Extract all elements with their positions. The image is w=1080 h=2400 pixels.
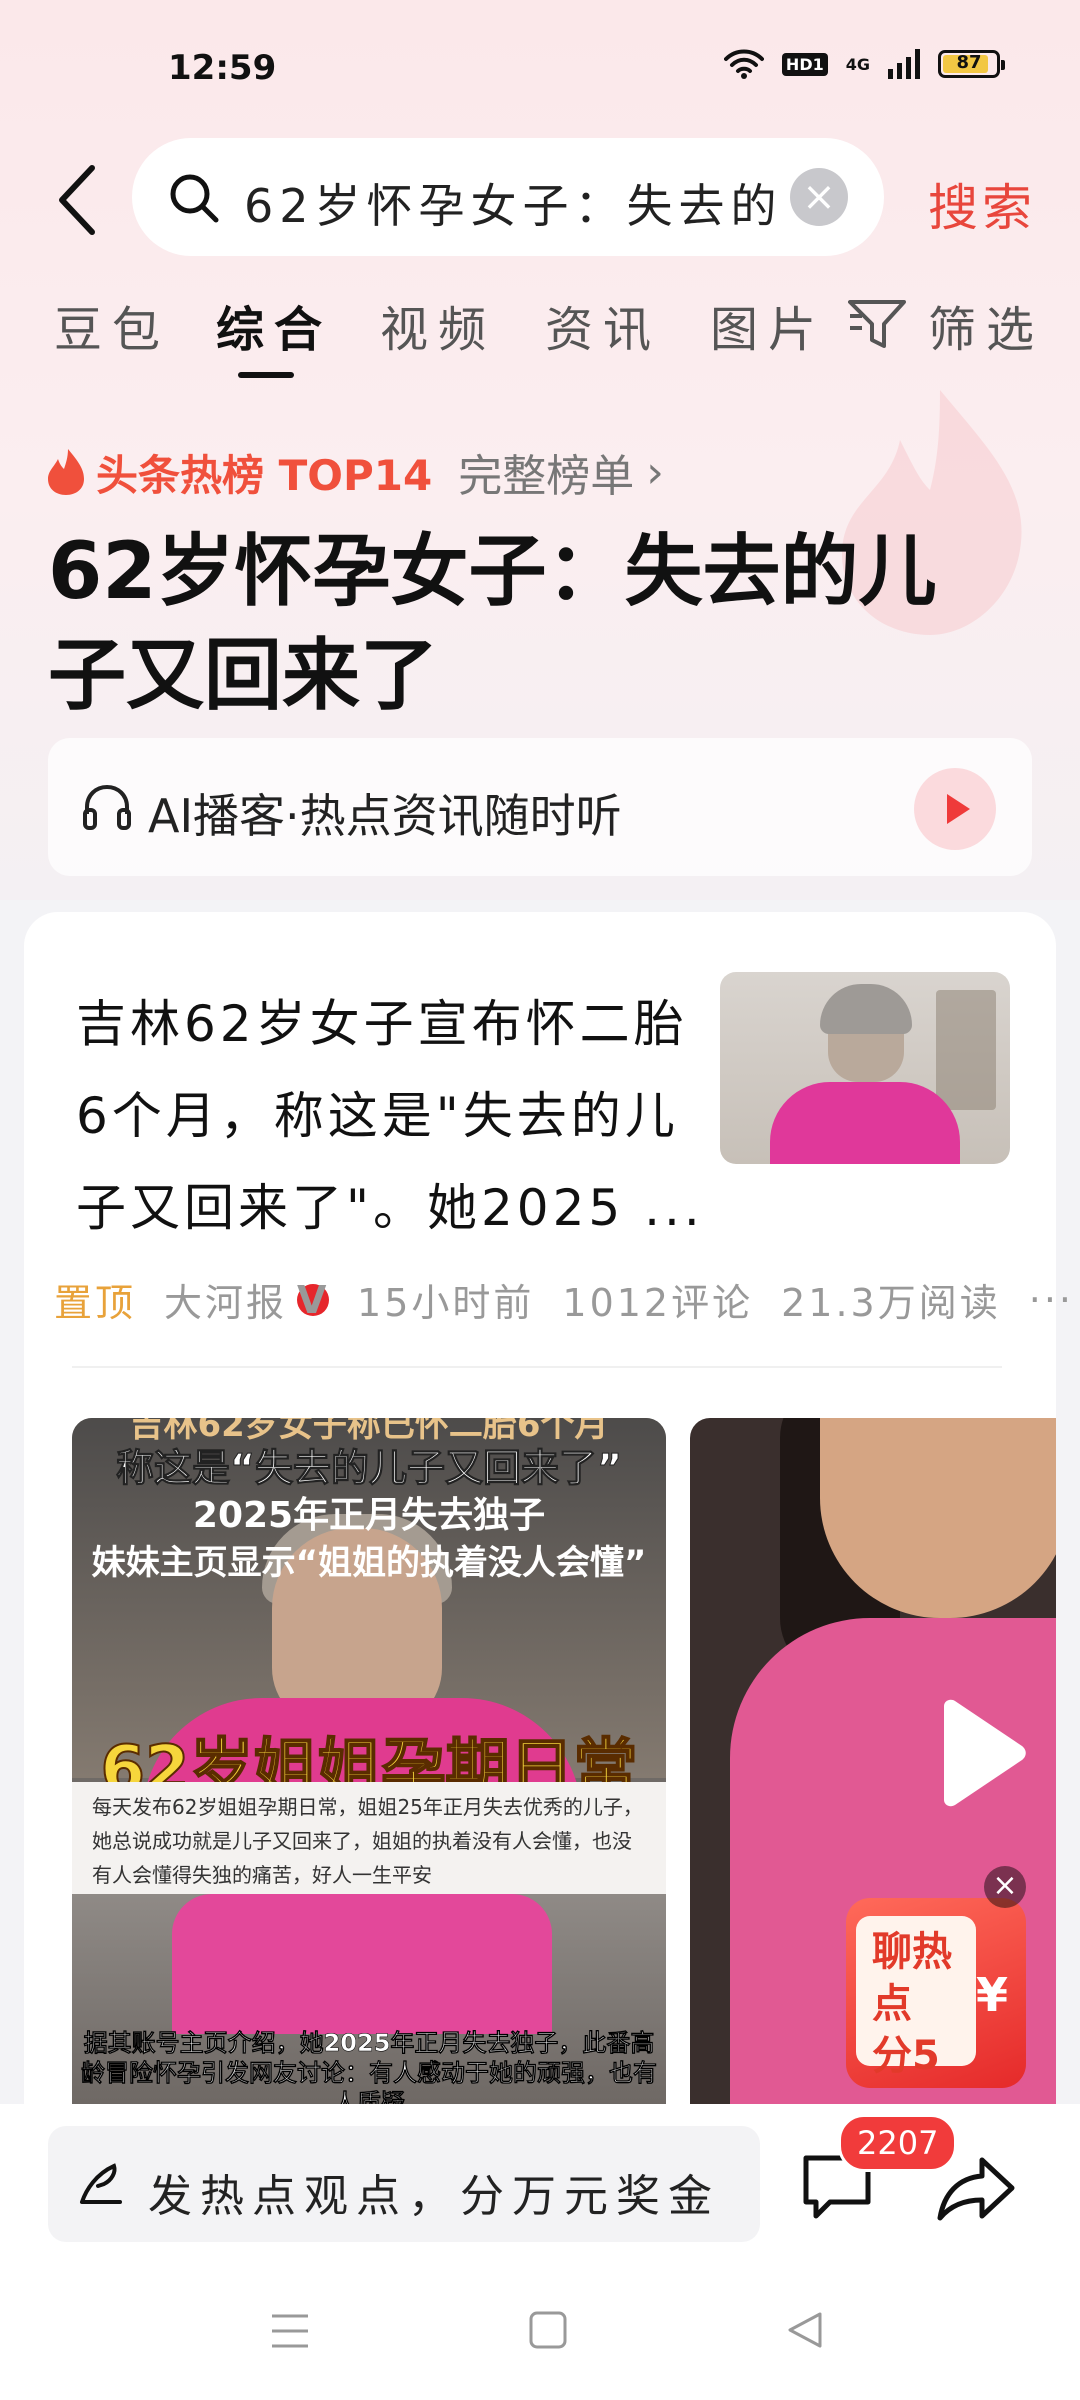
search-button[interactable]: 搜索 xyxy=(928,168,1036,240)
video-banner: 吉林62岁女子称已怀二胎6个月 称这是“失去的儿子又回来了” 2025年正月失去… xyxy=(91,1418,647,1583)
tab-doubao[interactable]: 豆包 xyxy=(54,290,170,360)
article-meta: 置顶 大河报 V 15小时前 1012评论 21.3万阅读 ··· xyxy=(54,1272,1080,1327)
signal-icon xyxy=(888,49,920,79)
bottom-action-bar: 发热点观点，分万元奖金 2. 2207 xyxy=(0,2104,1080,2254)
promo-line-1: 聊热点 xyxy=(872,1929,952,2027)
home-icon[interactable] xyxy=(528,2310,568,2350)
network-type: 4G xyxy=(845,54,870,74)
pen-icon xyxy=(80,2163,122,2204)
pinned-label: 置顶 xyxy=(54,1281,137,1325)
wifi-icon xyxy=(723,49,764,79)
article-title[interactable]: 吉林62岁女子宣布怀二胎6个月，称这是"失去的儿子又回来了"。她2025 ... xyxy=(76,978,716,1254)
menu-icon[interactable] xyxy=(270,2312,310,2350)
status-time: 12:59 xyxy=(168,48,277,88)
close-icon[interactable]: × xyxy=(984,1866,1026,1908)
search-tabs: 豆包 综合 视频 资讯 图片 筛选 xyxy=(0,290,1080,370)
clear-icon[interactable]: × xyxy=(790,168,848,226)
flame-icon xyxy=(48,449,84,495)
chevron-right-icon: › xyxy=(646,446,664,498)
verified-icon: V xyxy=(297,1277,330,1322)
comment-input[interactable]: 发热点观点，分万元奖金 2. xyxy=(48,2126,760,2242)
tab-images[interactable]: 图片 xyxy=(710,290,826,360)
search-icon xyxy=(170,174,219,223)
article-reads: 21.3万阅读 xyxy=(781,1281,1001,1325)
hot-list-header[interactable]: 头条热榜 TOP14 完整榜单 › xyxy=(46,440,664,504)
full-list-link[interactable]: 完整榜单 xyxy=(458,440,634,504)
active-tab-indicator xyxy=(238,372,294,378)
play-icon xyxy=(947,794,970,824)
article-thumbnail[interactable] xyxy=(720,972,1010,1164)
video-card-1[interactable]: 吉林62岁女子称已怀二胎6个月 称这是“失去的儿子又回来了” 2025年正月失去… xyxy=(72,1418,666,2108)
video-caption: 每天发布62岁姐姐孕期日常，姐姐25年正月失去优秀的儿子，她总说成功就是儿子又回… xyxy=(72,1782,666,1894)
search-input[interactable]: 62岁怀孕女子：失去的 × xyxy=(132,138,884,256)
search-query[interactable]: 62岁怀孕女子：失去的 xyxy=(244,170,784,236)
tab-video[interactable]: 视频 xyxy=(380,290,496,360)
tab-filter[interactable]: 筛选 xyxy=(928,290,1044,360)
status-bar: 12:59 HD1 4G 87 xyxy=(0,0,1080,140)
system-nav-bar xyxy=(0,2254,1080,2400)
comment-placeholder: 发热点观点，分万元奖金 2. xyxy=(148,2171,738,2222)
hd-badge: HD1 xyxy=(781,52,828,76)
tab-comprehensive[interactable]: 综合 xyxy=(216,290,332,360)
ai-podcast-bar[interactable]: AI播客·热点资讯随时听 xyxy=(48,738,1032,876)
more-options-icon[interactable]: ··· xyxy=(1029,1278,1074,1322)
podcast-play-button[interactable] xyxy=(914,768,996,850)
promo-line-2: 分5万 xyxy=(872,2033,940,2088)
share-icon[interactable] xyxy=(936,2154,1016,2224)
podcast-label: AI播客·热点资讯随时听 xyxy=(148,789,622,843)
article-comments: 1012评论 xyxy=(562,1281,754,1325)
back-arrow-icon[interactable] xyxy=(50,160,110,240)
video-subtitle: 据其账号主页介绍，她2025年正月失去独子，此番高龄冒险怀孕引发网友讨论：有人感… xyxy=(81,2029,658,2108)
article-time: 15小时前 xyxy=(357,1281,535,1325)
filter-icon[interactable] xyxy=(848,298,906,352)
divider xyxy=(72,1366,1002,1368)
status-icons: HD1 4G 87 xyxy=(723,48,1005,80)
promo-widget[interactable]: 聊热点 分5万 ¥ xyxy=(846,1888,1028,2088)
nav-back-icon[interactable] xyxy=(784,2310,824,2350)
headphones-icon xyxy=(83,784,131,830)
yen-icon: ¥ xyxy=(975,1968,1008,2022)
tab-news[interactable]: 资讯 xyxy=(545,290,661,360)
battery-icon: 87 xyxy=(938,50,1005,78)
page-title: 62岁怀孕女子：失去的儿子又回来了 xyxy=(48,527,937,721)
battery-level: 87 xyxy=(956,52,982,73)
hot-rank-label: 头条热榜 TOP14 xyxy=(96,450,433,500)
article-source[interactable]: 大河报 xyxy=(164,1272,287,1327)
play-icon[interactable] xyxy=(930,1698,1030,1808)
